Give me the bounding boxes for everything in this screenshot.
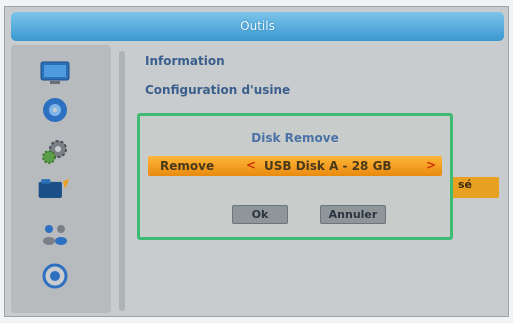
menu-item-factory-reset[interactable]: Configuration d'usine: [145, 83, 290, 97]
folder-icon[interactable]: [36, 175, 70, 203]
disk-value: USB Disk A - 28 GB: [264, 159, 392, 173]
cancel-button[interactable]: Annuler: [320, 205, 386, 224]
chevron-left-icon[interactable]: <: [246, 158, 256, 172]
window-title: Outils: [240, 19, 275, 33]
menu-item-information[interactable]: Information: [145, 54, 225, 68]
ok-button[interactable]: Ok: [232, 205, 288, 224]
disk-remove-dialog: Disk Remove Remove < USB Disk A - 28 GB …: [137, 113, 453, 240]
selected-menu-row-text: sé: [458, 178, 473, 191]
dialog-title: Disk Remove: [251, 131, 339, 145]
people-icon[interactable]: [38, 220, 72, 248]
scrollbar[interactable]: [119, 51, 125, 311]
disc-icon[interactable]: [38, 96, 72, 124]
monitor-icon[interactable]: [38, 60, 72, 88]
globe-icon[interactable]: [38, 262, 72, 290]
title-bar: Outils: [11, 12, 504, 41]
chevron-right-icon[interactable]: >: [426, 158, 436, 172]
remove-label: Remove: [160, 159, 215, 173]
gear-icon[interactable]: [38, 137, 72, 165]
disk-selector[interactable]: Remove < USB Disk A - 28 GB >: [148, 156, 442, 176]
